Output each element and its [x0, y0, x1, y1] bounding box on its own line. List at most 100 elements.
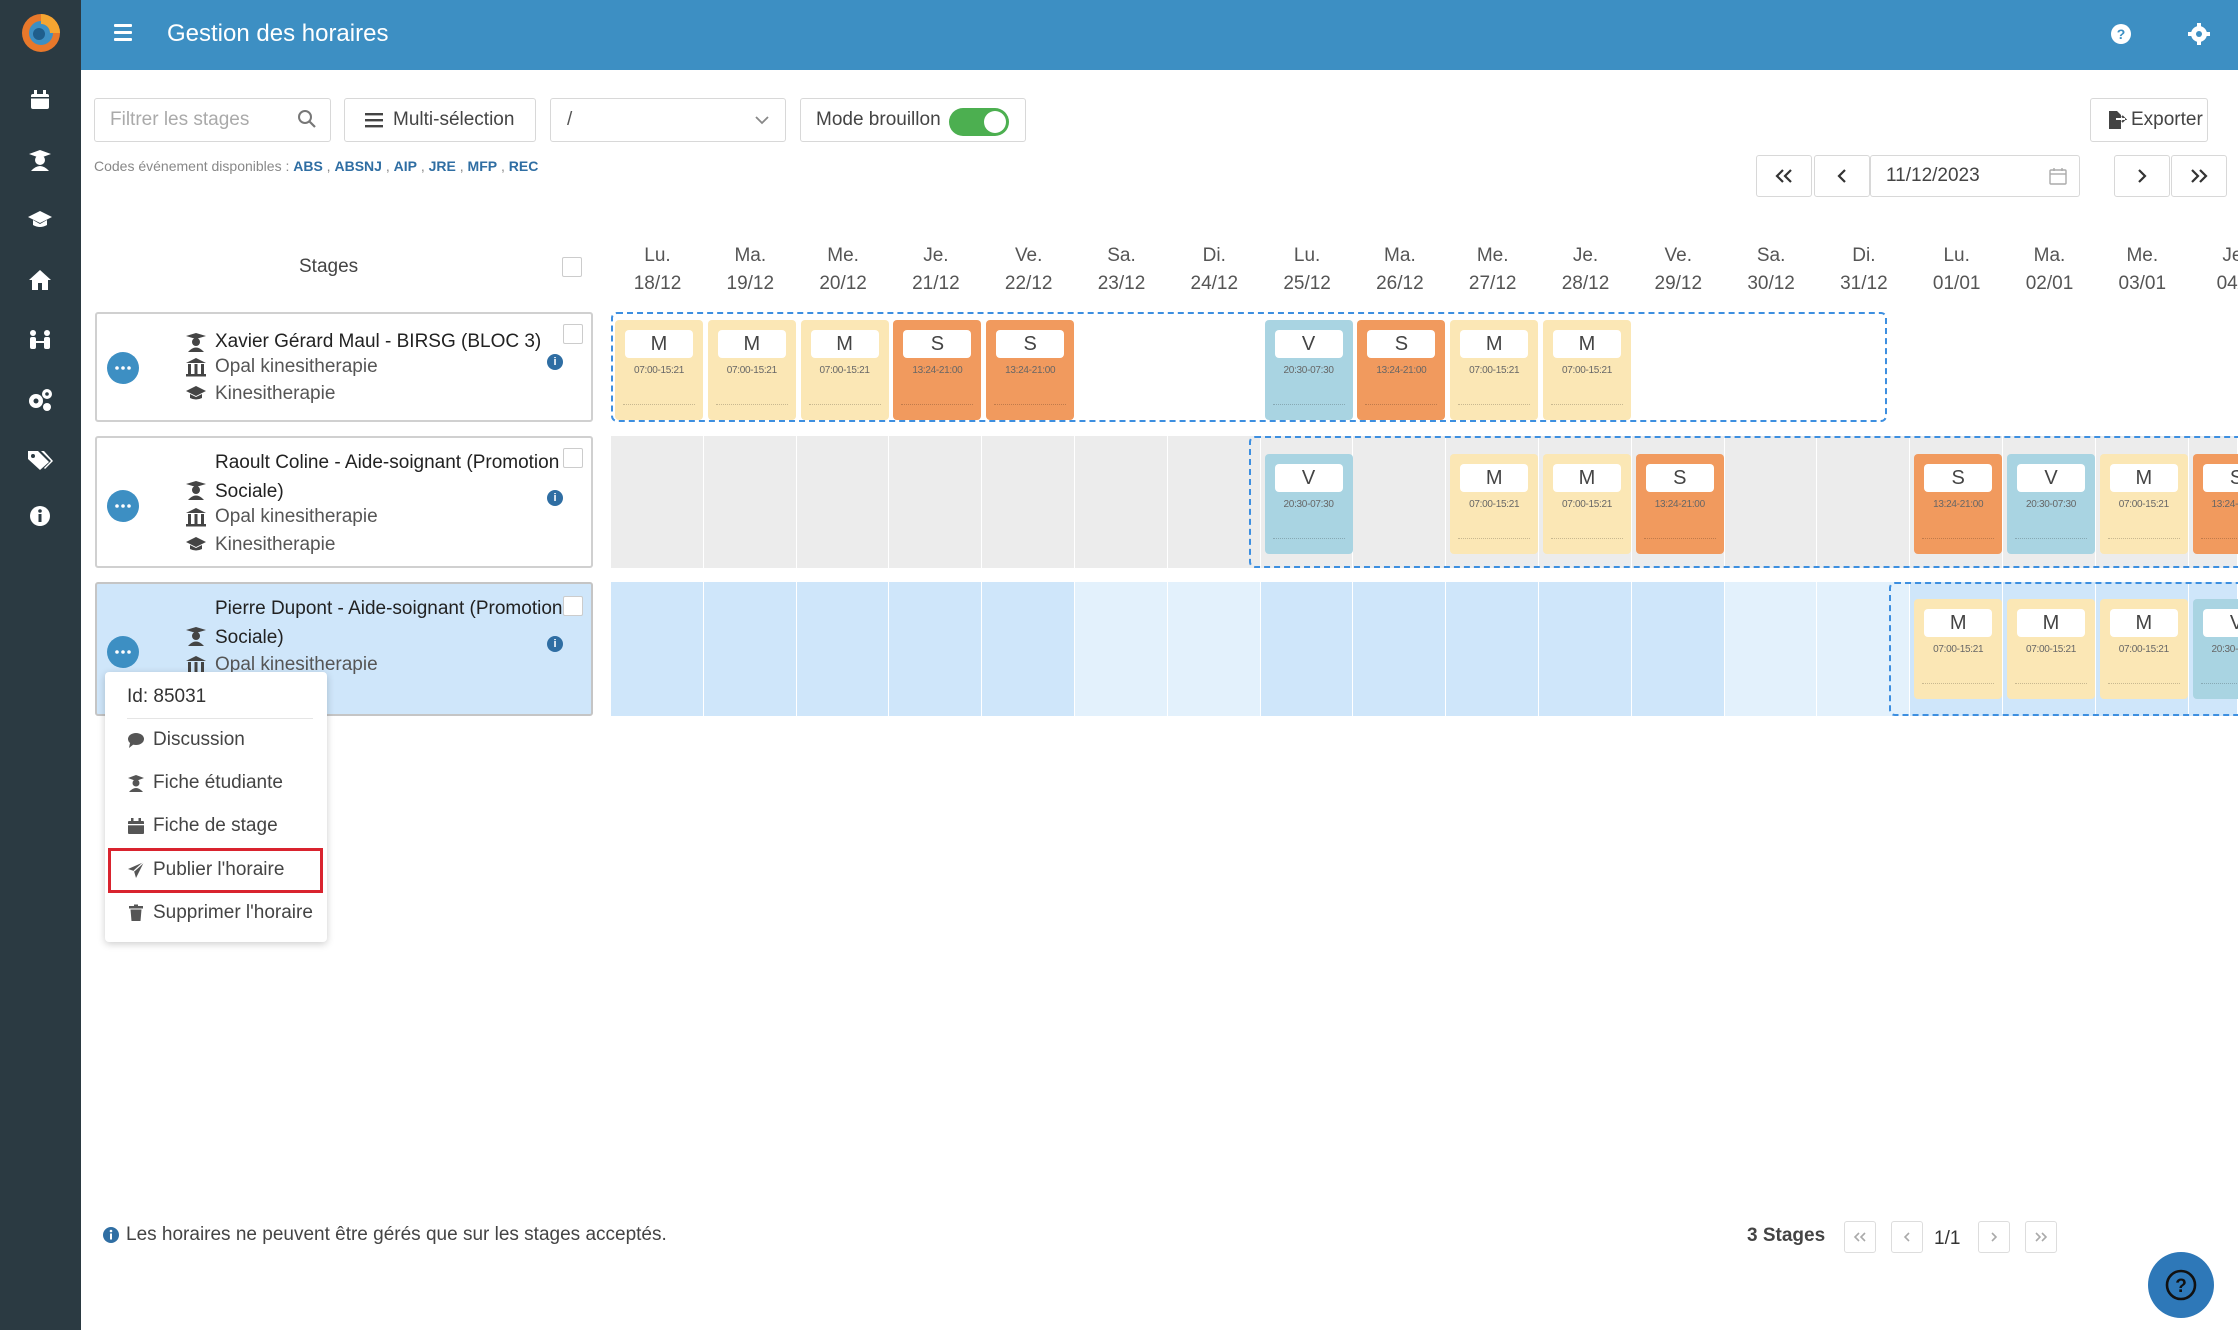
day-cell[interactable]	[1910, 312, 2003, 422]
shift-block[interactable]: M 07:00-15:21	[1543, 454, 1631, 554]
next-page-button[interactable]	[1978, 1221, 2010, 1253]
next-period-button[interactable]	[2114, 155, 2170, 197]
shift-block[interactable]: M 07:00-15:21	[1450, 320, 1539, 420]
home-nav-icon[interactable]	[22, 262, 58, 298]
stage-select-checkbox[interactable]	[563, 324, 583, 344]
day-cell[interactable]	[1075, 436, 1168, 568]
calendar-nav-icon[interactable]	[22, 82, 58, 118]
event-code-link[interactable]: MFP	[468, 158, 498, 174]
stage-card[interactable]: Xavier Gérard Maul - BIRSG (BLOC 3) Opal…	[95, 312, 593, 422]
select-all-checkbox[interactable]	[562, 257, 582, 277]
stage-select-checkbox[interactable]	[563, 596, 583, 616]
menu-item-stage-sheet[interactable]: Fiche de stage	[127, 815, 278, 837]
day-cell[interactable]	[889, 436, 983, 568]
event-code-link[interactable]: REC	[509, 158, 539, 174]
menu-item-publish-schedule[interactable]: Publier l'horaire	[127, 859, 284, 881]
settings-gears-nav-icon[interactable]	[22, 382, 58, 418]
menu-item-delete-schedule[interactable]: Supprimer l'horaire	[127, 902, 313, 924]
first-period-button[interactable]	[1756, 155, 1812, 197]
date-picker-input[interactable]: 11/12/2023	[1870, 155, 2080, 197]
first-page-button[interactable]	[1844, 1221, 1876, 1253]
shift-block[interactable]: M 07:00-15:21	[707, 320, 796, 420]
event-code-link[interactable]: AIP	[394, 158, 417, 174]
info-nav-icon[interactable]	[22, 498, 58, 534]
day-cell[interactable]	[1446, 582, 1539, 716]
export-button[interactable]: Exporter	[2090, 98, 2208, 142]
more-options-button[interactable]	[107, 636, 139, 668]
help-icon[interactable]: ?	[2109, 22, 2133, 46]
settings-gear-icon[interactable]	[2187, 22, 2211, 46]
last-period-button[interactable]	[2171, 155, 2227, 197]
day-cell[interactable]	[1724, 582, 1818, 716]
shift-block[interactable]: S 13:24-21:00	[893, 320, 982, 420]
day-cell[interactable]	[1167, 436, 1261, 568]
previous-page-button[interactable]	[1891, 1221, 1923, 1253]
day-date: 26/12	[1376, 273, 1424, 294]
info-icon[interactable]: i	[547, 354, 563, 370]
menu-toggle-icon[interactable]	[114, 24, 132, 44]
stage-card[interactable]: Raoult Coline - Aide-soignant (Promotion…	[95, 436, 593, 568]
event-code-link[interactable]: ABSNJ	[334, 158, 381, 174]
shift-block[interactable]: V 20:30-07:30	[1264, 320, 1353, 420]
day-cell[interactable]	[796, 582, 890, 716]
day-of-week: Me.	[827, 245, 859, 266]
event-code-link[interactable]: JRE	[429, 158, 456, 174]
day-cell[interactable]	[2003, 312, 2096, 422]
day-cell[interactable]	[703, 436, 797, 568]
shift-block[interactable]: M 07:00-15:21	[1914, 599, 2003, 699]
graduation-cap-nav-icon[interactable]	[22, 202, 58, 238]
shift-block[interactable]: V 20:30-07:30	[2192, 599, 2238, 699]
day-cell[interactable]	[1353, 582, 1447, 716]
day-cell[interactable]	[1075, 582, 1168, 716]
day-cell[interactable]	[1260, 582, 1354, 716]
shift-block[interactable]: V 20:30-07:30	[1264, 454, 1353, 554]
day-cell[interactable]	[611, 582, 704, 716]
shift-block[interactable]: S 13:24-21:00	[1635, 454, 1724, 554]
last-page-button[interactable]	[2025, 1221, 2057, 1253]
shift-block[interactable]: V 20:30-07:30	[2007, 454, 2095, 554]
day-cell[interactable]	[2188, 312, 2238, 422]
multi-select-button[interactable]: Multi-sélection	[344, 98, 536, 142]
stage-select-checkbox[interactable]	[563, 448, 583, 468]
shift-block[interactable]: S 13:24-21:00	[1914, 454, 2003, 554]
day-cell[interactable]	[1539, 582, 1632, 716]
shift-block[interactable]: S 13:24-21:00	[1357, 320, 1446, 420]
day-cell[interactable]	[1631, 582, 1725, 716]
specialty-line: Kinesitherapie	[185, 534, 335, 556]
people-transfer-nav-icon[interactable]	[22, 322, 58, 358]
info-icon[interactable]: i	[547, 636, 563, 652]
shift-block[interactable]: M 07:00-15:21	[2099, 599, 2188, 699]
day-cell[interactable]	[703, 582, 797, 716]
day-cell[interactable]	[982, 436, 1075, 568]
shift-block[interactable]: M 07:00-15:21	[1543, 320, 1631, 420]
shift-block[interactable]: M 07:00-15:21	[1450, 454, 1539, 554]
day-cell[interactable]	[889, 582, 983, 716]
menu-item-discussion[interactable]: Discussion	[127, 729, 245, 751]
shift-block[interactable]: S 13:24-21:00	[986, 320, 1075, 420]
more-options-button[interactable]	[107, 490, 139, 522]
shift-block[interactable]: S 13:24-21:00	[2192, 454, 2238, 554]
app-logo[interactable]	[20, 12, 62, 54]
draft-mode-toggle[interactable]	[949, 108, 1009, 136]
shift-block[interactable]: M 07:00-15:21	[2099, 454, 2188, 554]
shift-block[interactable]: M 07:00-15:21	[800, 320, 889, 420]
calendar-icon[interactable]	[2049, 167, 2067, 185]
day-cell[interactable]	[982, 582, 1075, 716]
student-icon	[128, 775, 144, 792]
day-cell[interactable]	[611, 436, 704, 568]
specialty-name: Kinesitherapie	[215, 383, 336, 404]
day-cell[interactable]	[796, 436, 890, 568]
menu-item-student-sheet[interactable]: Fiche étudiante	[127, 772, 283, 794]
tags-nav-icon[interactable]	[22, 442, 58, 478]
more-options-button[interactable]	[107, 352, 139, 384]
day-cell[interactable]	[1167, 582, 1261, 716]
help-chat-button[interactable]: ?	[2148, 1252, 2214, 1318]
info-icon[interactable]: i	[547, 490, 563, 506]
day-cell[interactable]	[2095, 312, 2189, 422]
shift-block[interactable]: M 07:00-15:21	[615, 320, 703, 420]
student-nav-icon[interactable]	[22, 142, 58, 178]
previous-period-button[interactable]	[1814, 155, 1870, 197]
event-code-link[interactable]: ABS	[293, 158, 323, 174]
filter-select[interactable]: /	[550, 98, 786, 142]
shift-block[interactable]: M 07:00-15:21	[2007, 599, 2095, 699]
